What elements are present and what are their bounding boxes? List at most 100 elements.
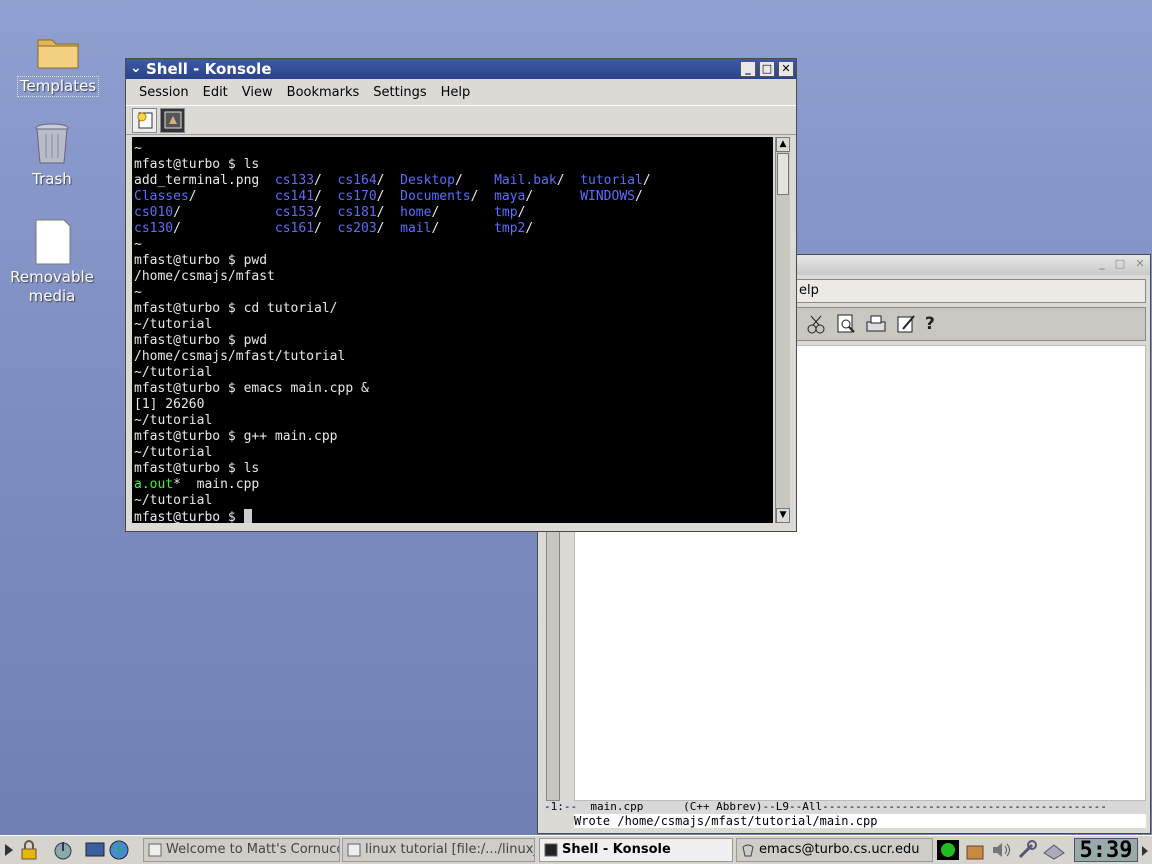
desktop-icon-removable-media[interactable]: Removable media <box>6 218 98 306</box>
terminal-text: home <box>400 205 432 220</box>
help-icon[interactable]: ? <box>925 314 935 334</box>
terminal-line: /home/csmajs/mfast <box>134 269 773 285</box>
konsole-icon <box>544 843 558 857</box>
terminal-line: mfast@turbo $ g++ main.cpp <box>134 429 773 445</box>
lock-icon[interactable] <box>18 839 40 861</box>
print-icon[interactable] <box>865 313 887 335</box>
terminal-text: cs153 <box>274 205 315 220</box>
terminal-line: cs010/ cs153/ cs181/ home/ tmp/ <box>134 205 773 221</box>
terminal-text: [1] 26260 <box>134 397 205 412</box>
konsole-window[interactable]: ⌄ Shell - Konsole _ □ ✕ Session Edit Vie… <box>125 58 797 532</box>
logout-icon[interactable] <box>52 839 74 861</box>
menu-bookmarks[interactable]: Bookmarks <box>280 85 367 100</box>
desktop-icon-label: Removable <box>10 268 94 286</box>
terminal-line: ~/tutorial <box>134 365 773 381</box>
menu-settings[interactable]: Settings <box>366 85 433 100</box>
taskbar-arrow-icon[interactable] <box>1140 844 1150 858</box>
edit-icon[interactable] <box>895 313 917 335</box>
clock[interactable]: 5:39 <box>1074 838 1138 862</box>
terminal-text: / <box>431 221 495 236</box>
terminal-line: mfast@turbo $ <box>134 509 773 523</box>
folder-icon <box>37 39 79 69</box>
maximize-button[interactable]: □ <box>759 61 775 77</box>
terminal-text: / <box>376 221 401 236</box>
minimize-button[interactable]: _ <box>1094 257 1110 273</box>
task-konsole[interactable]: Shell - Konsole <box>539 838 733 862</box>
task-welcome[interactable]: Welcome to Matt's Cornucopia <box>143 838 340 862</box>
network-monitor-icon[interactable] <box>936 839 960 861</box>
window-menu-icon[interactable]: ⌄ <box>130 60 142 76</box>
close-button[interactable]: ✕ <box>778 61 794 77</box>
terminal-text: ~ <box>134 285 142 300</box>
terminal-line: [1] 26260 <box>134 397 773 413</box>
terminal-text: maya <box>494 189 526 204</box>
settings-icon[interactable] <box>1016 839 1038 861</box>
task-label: Welcome to Matt's Cornucopia <box>166 842 339 857</box>
task-linux-tutorial[interactable]: linux tutorial [file:/.../linux_tutorial… <box>342 838 535 862</box>
new-session-button[interactable] <box>132 107 157 133</box>
search-icon[interactable] <box>835 313 857 335</box>
clipboard-icon[interactable] <box>1042 839 1066 861</box>
menu-help[interactable]: Help <box>434 85 478 100</box>
minimize-button[interactable]: _ <box>740 61 756 77</box>
menu-view[interactable]: View <box>235 85 280 100</box>
task-emacs[interactable]: emacs@turbo.cs.ucr.edu <box>736 838 933 862</box>
trash-icon <box>35 123 69 164</box>
maximize-button[interactable]: □ <box>1112 257 1128 273</box>
terminal-text: ~/tutorial <box>134 445 213 460</box>
menu-help-fragment[interactable]: elp <box>799 283 819 298</box>
terminal-text: / <box>525 221 534 236</box>
terminal-text: / <box>314 205 338 220</box>
terminal-line: mfast@turbo $ cd tutorial/ <box>134 301 773 317</box>
terminal-text: / <box>376 205 401 220</box>
terminal-text: mfast@turbo $ emacs main.cpp & <box>134 381 369 396</box>
terminal-text: /home/csmajs/mfast/tutorial <box>134 349 346 364</box>
terminal-line: mfast@turbo $ emacs main.cpp & <box>134 381 773 397</box>
terminal-line: mfast@turbo $ pwd <box>134 253 773 269</box>
terminal-text: cs161 <box>274 221 315 236</box>
terminal-text: mfast@turbo $ cd tutorial/ <box>134 301 338 316</box>
menu-edit[interactable]: Edit <box>196 85 235 100</box>
konsole-button[interactable] <box>160 107 185 133</box>
terminal-line: mfast@turbo $ ls <box>134 157 773 173</box>
desktop-icon-trash[interactable]: Trash <box>6 120 98 189</box>
terminal-line: ~/tutorial <box>134 493 773 509</box>
konsole-titlebar[interactable]: ⌄ Shell - Konsole _ □ ✕ <box>126 59 796 79</box>
scroll-thumb[interactable] <box>777 153 789 195</box>
konsole-icon <box>164 111 181 129</box>
package-icon[interactable] <box>964 839 986 861</box>
emacs-toolbar: ? <box>794 307 1146 341</box>
desktop-icon-label-2: media <box>28 287 76 305</box>
desktop-icon-templates[interactable]: Templates <box>12 26 104 97</box>
kde-menu-arrow-icon[interactable] <box>2 840 18 860</box>
terminal-text: add_terminal.png <box>134 173 275 188</box>
terminal-text: a.out <box>134 477 174 492</box>
menu-session[interactable]: Session <box>132 85 196 100</box>
terminal-line: ~/tutorial <box>134 413 773 429</box>
scroll-up-arrow[interactable]: ▲ <box>776 137 790 152</box>
globe-icon[interactable] <box>108 839 130 861</box>
terminal-line: add_terminal.png cs133/ cs164/ Desktop/ … <box>134 173 773 189</box>
terminal-text: mfast@turbo $ <box>134 510 244 523</box>
terminal-text: cs203 <box>337 221 377 236</box>
volume-icon[interactable] <box>990 839 1012 861</box>
desktop-icon-label: Trash <box>32 170 72 188</box>
scroll-down-arrow[interactable]: ▼ <box>776 508 790 523</box>
terminal-text: mfast@turbo $ pwd <box>134 333 268 348</box>
terminal-line: ~ <box>134 141 773 157</box>
terminal-text: ~/tutorial <box>134 493 213 508</box>
konsole-toolbar <box>126 105 796 135</box>
emacs-scrollbar[interactable] <box>546 531 560 801</box>
cut-icon[interactable] <box>805 313 827 335</box>
terminal-text: cs181 <box>337 205 377 220</box>
terminal-text: / <box>376 189 401 204</box>
emacs-menubar[interactable]: elp <box>794 279 1146 303</box>
close-button[interactable]: ✕ <box>1132 257 1148 273</box>
desktop-show-icon[interactable] <box>84 839 106 861</box>
new-session-icon <box>137 112 152 129</box>
terminal-line: /home/csmajs/mfast/tutorial <box>134 349 773 365</box>
terminal-scrollbar[interactable]: ▲ ▼ <box>775 137 790 523</box>
terminal-output[interactable]: ~ mfast@turbo $ ls add_terminal.png cs133/… <box>132 137 773 523</box>
terminal-text: cs130 <box>134 221 174 236</box>
terminal-text: cs170 <box>337 189 377 204</box>
